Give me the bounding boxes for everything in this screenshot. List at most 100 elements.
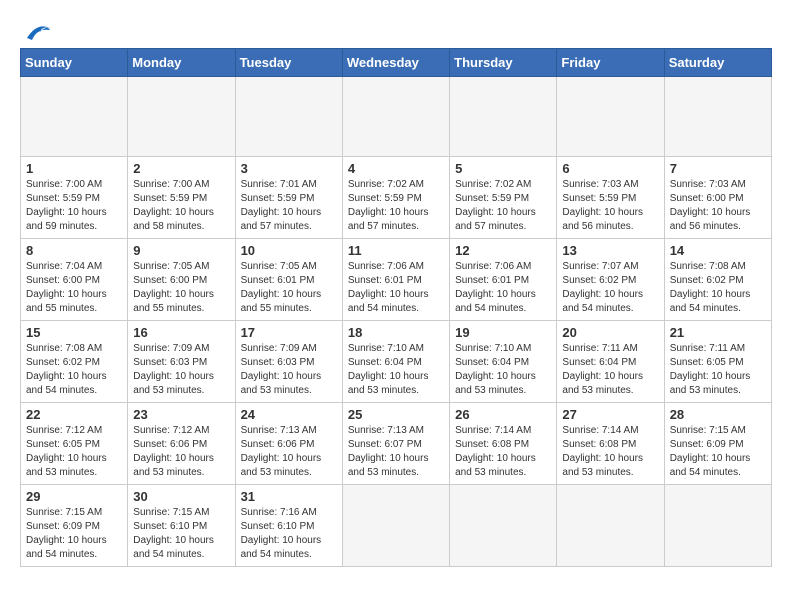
day-number: 18 [348, 325, 444, 340]
day-number: 10 [241, 243, 337, 258]
calendar-cell: 23 Sunrise: 7:12 AMSunset: 6:06 PMDayligh… [128, 403, 235, 485]
day-number: 21 [670, 325, 766, 340]
day-number: 14 [670, 243, 766, 258]
day-number: 23 [133, 407, 229, 422]
calendar-cell [450, 77, 557, 157]
day-info: Sunrise: 7:16 AMSunset: 6:10 PMDaylight:… [241, 506, 337, 562]
day-info: Sunrise: 7:13 AMSunset: 6:06 PMDaylight:… [241, 424, 337, 480]
calendar-cell: 11 Sunrise: 7:06 AMSunset: 6:01 PMDayligh… [342, 239, 449, 321]
day-number: 9 [133, 243, 229, 258]
day-number: 6 [562, 161, 658, 176]
header-sunday: Sunday [21, 49, 128, 77]
calendar-cell: 13 Sunrise: 7:07 AMSunset: 6:02 PMDayligh… [557, 239, 664, 321]
calendar-cell: 22 Sunrise: 7:12 AMSunset: 6:05 PMDayligh… [21, 403, 128, 485]
day-info: Sunrise: 7:01 AMSunset: 5:59 PMDaylight:… [241, 178, 337, 234]
header-friday: Friday [557, 49, 664, 77]
day-info: Sunrise: 7:06 AMSunset: 6:01 PMDaylight:… [348, 260, 444, 316]
day-info: Sunrise: 7:00 AMSunset: 5:59 PMDaylight:… [133, 178, 229, 234]
day-number: 19 [455, 325, 551, 340]
calendar-cell: 10 Sunrise: 7:05 AMSunset: 6:01 PMDayligh… [235, 239, 342, 321]
header [20, 20, 772, 38]
calendar-cell: 25Sunrise: 7:13 AMSunset: 6:07 PMDayligh… [342, 403, 449, 485]
calendar-cell: 9Sunrise: 7:05 AMSunset: 6:00 PMDaylight… [128, 239, 235, 321]
day-info: Sunrise: 7:08 AMSunset: 6:02 PMDaylight:… [26, 342, 122, 398]
calendar-cell: 24 Sunrise: 7:13 AMSunset: 6:06 PMDayligh… [235, 403, 342, 485]
header-saturday: Saturday [664, 49, 771, 77]
calendar-cell: 20 Sunrise: 7:11 AMSunset: 6:04 PMDayligh… [557, 321, 664, 403]
day-info: Sunrise: 7:06 AMSunset: 6:01 PMDaylight:… [455, 260, 551, 316]
calendar-cell [21, 77, 128, 157]
day-info: Sunrise: 7:12 AMSunset: 6:06 PMDaylight:… [133, 424, 229, 480]
day-number: 17 [241, 325, 337, 340]
calendar-cell: 12 Sunrise: 7:06 AMSunset: 6:01 PMDayligh… [450, 239, 557, 321]
calendar-cell: 5Sunrise: 7:02 AMSunset: 5:59 PMDaylight… [450, 157, 557, 239]
calendar-cell: 14 Sunrise: 7:08 AMSunset: 6:02 PMDayligh… [664, 239, 771, 321]
calendar-cell: 1 Sunrise: 7:00 AMSunset: 5:59 PMDaylight… [21, 157, 128, 239]
calendar-cell [664, 77, 771, 157]
calendar-cell: 31 Sunrise: 7:16 AMSunset: 6:10 PMDayligh… [235, 485, 342, 567]
day-info: Sunrise: 7:15 AMSunset: 6:10 PMDaylight:… [133, 506, 229, 562]
day-info: Sunrise: 7:00 AMSunset: 5:59 PMDaylight:… [26, 178, 122, 234]
day-number: 16 [133, 325, 229, 340]
day-number: 1 [26, 161, 122, 176]
calendar-cell [450, 485, 557, 567]
calendar-cell: 15Sunrise: 7:08 AMSunset: 6:02 PMDayligh… [21, 321, 128, 403]
day-info: Sunrise: 7:04 AMSunset: 6:00 PMDaylight:… [26, 260, 122, 316]
logo [20, 20, 52, 38]
day-number: 25 [348, 407, 444, 422]
calendar-cell: 26 Sunrise: 7:14 AMSunset: 6:08 PMDayligh… [450, 403, 557, 485]
day-info: Sunrise: 7:09 AMSunset: 6:03 PMDaylight:… [241, 342, 337, 398]
day-info: Sunrise: 7:10 AMSunset: 6:04 PMDaylight:… [455, 342, 551, 398]
day-info: Sunrise: 7:07 AMSunset: 6:02 PMDaylight:… [562, 260, 658, 316]
day-info: Sunrise: 7:15 AMSunset: 6:09 PMDaylight:… [670, 424, 766, 480]
calendar-cell: 29Sunrise: 7:15 AMSunset: 6:09 PMDayligh… [21, 485, 128, 567]
day-number: 31 [241, 489, 337, 504]
day-info: Sunrise: 7:08 AMSunset: 6:02 PMDaylight:… [670, 260, 766, 316]
day-number: 12 [455, 243, 551, 258]
week-row-3: 15Sunrise: 7:08 AMSunset: 6:02 PMDayligh… [21, 321, 772, 403]
week-row-4: 22 Sunrise: 7:12 AMSunset: 6:05 PMDayligh… [21, 403, 772, 485]
day-number: 26 [455, 407, 551, 422]
day-info: Sunrise: 7:14 AMSunset: 6:08 PMDaylight:… [455, 424, 551, 480]
calendar-cell [342, 77, 449, 157]
day-number: 22 [26, 407, 122, 422]
week-row-2: 8 Sunrise: 7:04 AMSunset: 6:00 PMDaylight… [21, 239, 772, 321]
day-number: 27 [562, 407, 658, 422]
calendar-cell [235, 77, 342, 157]
calendar-cell: 4Sunrise: 7:02 AMSunset: 5:59 PMDaylight… [342, 157, 449, 239]
day-info: Sunrise: 7:12 AMSunset: 6:05 PMDaylight:… [26, 424, 122, 480]
calendar-cell: 18Sunrise: 7:10 AMSunset: 6:04 PMDayligh… [342, 321, 449, 403]
day-info: Sunrise: 7:03 AMSunset: 6:00 PMDaylight:… [670, 178, 766, 234]
day-number: 24 [241, 407, 337, 422]
day-info: Sunrise: 7:11 AMSunset: 6:04 PMDaylight:… [562, 342, 658, 398]
day-number: 3 [241, 161, 337, 176]
calendar-cell: 7Sunrise: 7:03 AMSunset: 6:00 PMDaylight… [664, 157, 771, 239]
calendar-cell: 2 Sunrise: 7:00 AMSunset: 5:59 PMDaylight… [128, 157, 235, 239]
day-number: 29 [26, 489, 122, 504]
week-row-1: 1 Sunrise: 7:00 AMSunset: 5:59 PMDaylight… [21, 157, 772, 239]
calendar-cell: 3 Sunrise: 7:01 AMSunset: 5:59 PMDaylight… [235, 157, 342, 239]
header-wednesday: Wednesday [342, 49, 449, 77]
days-header-row: SundayMondayTuesdayWednesdayThursdayFrid… [21, 49, 772, 77]
calendar-cell [664, 485, 771, 567]
day-info: Sunrise: 7:05 AMSunset: 6:01 PMDaylight:… [241, 260, 337, 316]
week-row-0 [21, 77, 772, 157]
day-number: 11 [348, 243, 444, 258]
calendar-cell: 16Sunrise: 7:09 AMSunset: 6:03 PMDayligh… [128, 321, 235, 403]
calendar-cell: 21Sunrise: 7:11 AMSunset: 6:05 PMDayligh… [664, 321, 771, 403]
day-number: 8 [26, 243, 122, 258]
calendar-cell [557, 485, 664, 567]
day-info: Sunrise: 7:02 AMSunset: 5:59 PMDaylight:… [348, 178, 444, 234]
day-number: 2 [133, 161, 229, 176]
header-monday: Monday [128, 49, 235, 77]
header-thursday: Thursday [450, 49, 557, 77]
calendar-cell [557, 77, 664, 157]
calendar-cell: 30Sunrise: 7:15 AMSunset: 6:10 PMDayligh… [128, 485, 235, 567]
day-info: Sunrise: 7:03 AMSunset: 5:59 PMDaylight:… [562, 178, 658, 234]
calendar-cell: 28Sunrise: 7:15 AMSunset: 6:09 PMDayligh… [664, 403, 771, 485]
day-info: Sunrise: 7:02 AMSunset: 5:59 PMDaylight:… [455, 178, 551, 234]
day-number: 13 [562, 243, 658, 258]
calendar-table: SundayMondayTuesdayWednesdayThursdayFrid… [20, 48, 772, 567]
day-number: 20 [562, 325, 658, 340]
week-row-5: 29Sunrise: 7:15 AMSunset: 6:09 PMDayligh… [21, 485, 772, 567]
